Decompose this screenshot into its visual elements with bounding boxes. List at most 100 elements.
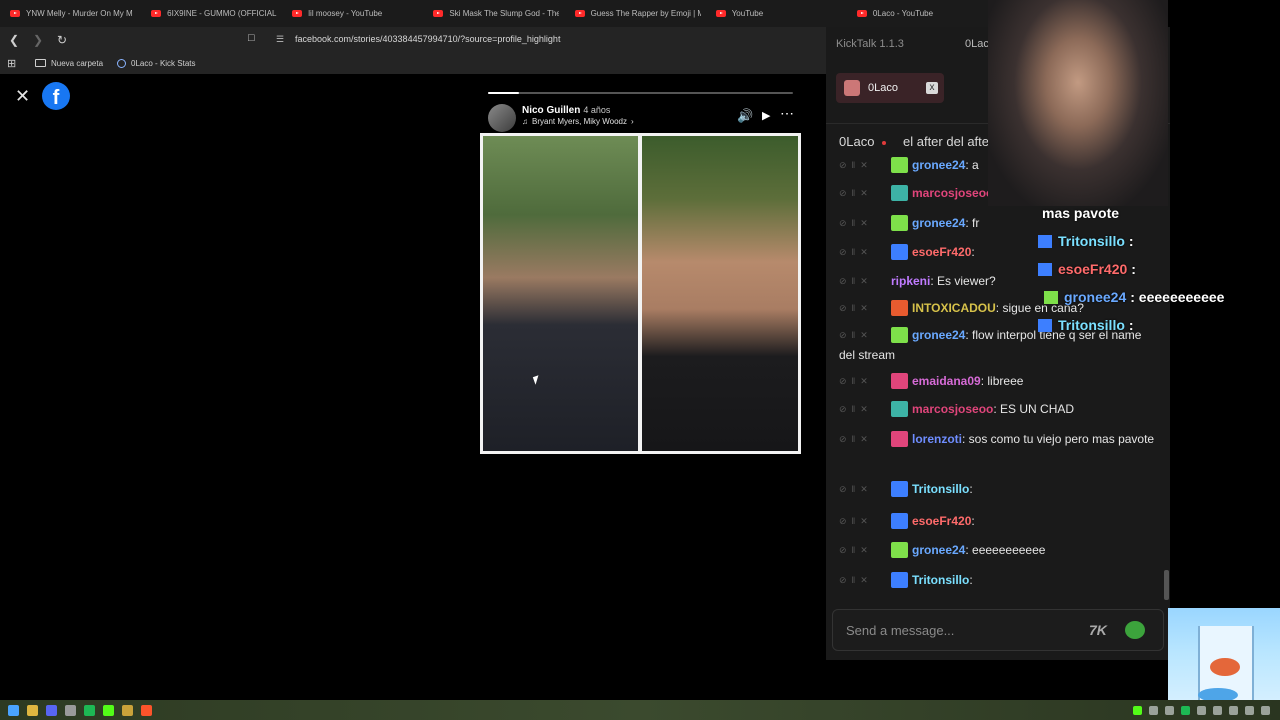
- more-options-icon[interactable]: ⋯: [780, 105, 795, 122]
- chat-username[interactable]: ripkeni: [891, 274, 930, 288]
- chat-separator: :: [971, 245, 975, 259]
- browser-tab[interactable]: 0Laco - YouTube: [847, 0, 988, 27]
- close-icon[interactable]: ✕: [15, 86, 30, 107]
- mod-actions-icon[interactable]: ⊘‖✕: [839, 242, 891, 262]
- tray-icon[interactable]: [1149, 705, 1158, 715]
- mod-actions-icon[interactable]: ⊘‖✕: [839, 399, 891, 419]
- forward-arrow-icon[interactable]: ❯: [28, 33, 48, 47]
- bookmark-icon[interactable]: □: [248, 32, 255, 44]
- file-explorer-icon[interactable]: [27, 704, 38, 716]
- emote-picker-icon[interactable]: [1125, 621, 1145, 639]
- user-badge-icon: [891, 215, 908, 231]
- spotify-icon[interactable]: [84, 704, 95, 716]
- overlay-chat-line: Tritonsillo:: [1038, 317, 1134, 333]
- kick-icon[interactable]: [103, 704, 114, 716]
- overlay-chat-line: Tritonsillo:: [1038, 233, 1134, 249]
- chat-message[interactable]: ⊘‖✕ gronee24: eeeeeeeeeee: [839, 540, 1157, 560]
- browser-tab[interactable]: YNW Melly - Murder On My M: [0, 0, 141, 27]
- chat-message[interactable]: ⊘‖✕ emaidana09: libreee: [839, 371, 1157, 391]
- user-badge-icon: [891, 513, 908, 529]
- chat-message[interactable]: ⊘‖✕ marcosjoseoo: ES UN CHAD: [839, 399, 1157, 419]
- bookmark-nueva-carpeta[interactable]: Nueva carpeta: [35, 59, 103, 68]
- browser-tab[interactable]: Guess The Rapper by Emoji | M: [565, 0, 706, 27]
- avatar: [844, 80, 860, 96]
- site-settings-icon[interactable]: ☰: [276, 34, 284, 45]
- chat-username[interactable]: INTOXICADOU: [912, 301, 996, 315]
- youtube-icon: [151, 10, 162, 17]
- chat-username[interactable]: emaidana09: [912, 374, 981, 388]
- mod-actions-icon[interactable]: ⊘‖✕: [839, 271, 891, 291]
- chat-message[interactable]: ⊘‖✕ esoeFr420:: [839, 511, 1157, 531]
- chat-username[interactable]: esoeFr420: [912, 514, 971, 528]
- chat-message[interactable]: ⊘‖✕ Tritonsillo:: [839, 570, 1157, 590]
- channel-name[interactable]: 0Laco: [839, 134, 874, 149]
- mod-actions-icon[interactable]: ⊘‖✕: [839, 540, 891, 560]
- chat-username[interactable]: lorenzoti: [912, 432, 962, 446]
- chat-username[interactable]: marcosjoseoo: [912, 186, 993, 200]
- kick-emotes-icon[interactable]: 7K: [1089, 622, 1107, 638]
- browser-tab[interactable]: lil moosey - YouTube: [282, 0, 423, 27]
- browser-tab[interactable]: 6IX9INE - GUMMO (OFFICIAL M: [141, 0, 282, 27]
- user-badge-icon: [1038, 319, 1052, 332]
- chat-username[interactable]: Tritonsillo: [912, 573, 969, 587]
- chat-username[interactable]: gronee24: [912, 158, 965, 172]
- apps-grid-icon[interactable]: ⊞: [7, 57, 21, 70]
- chevron-right-icon: ›: [630, 117, 634, 126]
- mod-actions-icon[interactable]: ⊘‖✕: [839, 155, 891, 175]
- start-icon[interactable]: [8, 704, 19, 716]
- volume-icon[interactable]: 🔊: [737, 108, 753, 124]
- chat-text: Es viewer?: [937, 274, 996, 288]
- chat-message[interactable]: ⊘‖✕ Tritonsillo:: [839, 479, 1157, 499]
- bookmark-kick-stats[interactable]: 0Laco - Kick Stats: [117, 58, 196, 68]
- tray-icon[interactable]: [1245, 705, 1254, 715]
- chat-username[interactable]: gronee24: [912, 216, 965, 230]
- mod-actions-icon[interactable]: ⊘‖✕: [839, 371, 891, 391]
- story-song[interactable]: ♫ Bryant Myers, Miky Woodz ›: [522, 117, 634, 126]
- browser-tab[interactable]: YouTube: [706, 0, 847, 27]
- story-progress-bar: [488, 92, 793, 94]
- mod-actions-icon[interactable]: ⊘‖✕: [839, 325, 891, 345]
- play-icon[interactable]: ▶: [762, 109, 770, 122]
- mod-actions-icon[interactable]: ⊘‖✕: [839, 570, 891, 590]
- bookmarks-bar: ⊞ Nueva carpeta 0Laco - Kick Stats: [0, 52, 826, 74]
- chat-username[interactable]: Tritonsillo: [912, 482, 969, 496]
- tray-icon[interactable]: [1165, 705, 1174, 715]
- mod-actions-icon[interactable]: ⊘‖✕: [839, 183, 891, 203]
- close-icon[interactable]: x: [926, 82, 938, 94]
- browser-tab[interactable]: Ski Mask The Slump God - The: [423, 0, 564, 27]
- chat-username[interactable]: gronee24: [912, 328, 965, 342]
- story-age: 4 años: [583, 105, 611, 115]
- chat-username[interactable]: gronee24: [912, 543, 965, 557]
- chat-scrollbar[interactable]: [1164, 570, 1169, 600]
- music-note-icon: ♫: [522, 117, 528, 126]
- tray-microphone-icon[interactable]: [1197, 705, 1206, 715]
- chat-username[interactable]: marcosjoseoo: [912, 402, 993, 416]
- brave-browser-icon[interactable]: [141, 704, 152, 716]
- channel-chip[interactable]: 0Laco x: [836, 73, 944, 103]
- tray-spotify-icon[interactable]: [1181, 705, 1190, 715]
- mod-actions-icon[interactable]: ⊘‖✕: [839, 479, 891, 499]
- tray-volume-icon[interactable]: [1229, 705, 1238, 715]
- mod-actions-icon[interactable]: ⊘‖✕: [839, 298, 891, 318]
- reload-icon[interactable]: ↻: [52, 33, 72, 47]
- facebook-logo-icon[interactable]: f: [42, 82, 70, 110]
- discord-icon[interactable]: [46, 704, 57, 716]
- app-icon[interactable]: [122, 704, 133, 716]
- mod-actions-icon[interactable]: ⊘‖✕: [839, 511, 891, 531]
- chat-username[interactable]: esoeFr420: [912, 245, 971, 259]
- back-arrow-icon[interactable]: ❮: [4, 33, 24, 47]
- chat-input[interactable]: Send a message... 7K: [832, 609, 1164, 651]
- mod-actions-icon[interactable]: ⊘‖✕: [839, 429, 891, 449]
- tray-network-icon[interactable]: [1213, 705, 1222, 715]
- tray-kick-icon[interactable]: [1133, 705, 1142, 715]
- obs-icon[interactable]: [65, 704, 76, 716]
- tray-icon[interactable]: [1261, 705, 1270, 715]
- chat-message[interactable]: ⊘‖✕ lorenzoti: sos como tu viejo pero mas…: [839, 429, 1157, 449]
- story-photo[interactable]: [480, 133, 801, 454]
- youtube-icon: [715, 10, 726, 17]
- story-author[interactable]: Nico Guillen 4 años: [522, 105, 610, 116]
- mod-actions-icon[interactable]: ⊘‖✕: [839, 213, 891, 233]
- channel-tab[interactable]: 0Lac: [965, 38, 989, 50]
- avatar[interactable]: [488, 104, 516, 132]
- url-field[interactable]: facebook.com/stories/403384457994710/?so…: [295, 34, 560, 44]
